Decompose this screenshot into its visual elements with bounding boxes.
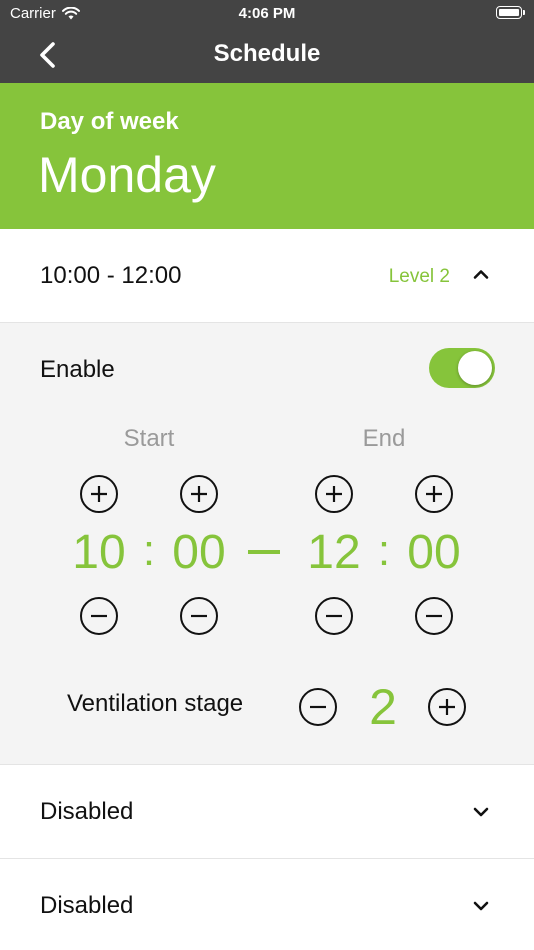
ventilation-decrement-button[interactable]	[299, 688, 337, 726]
chevron-up-icon[interactable]	[472, 268, 490, 280]
ventilation-increment-button[interactable]	[428, 688, 466, 726]
start-label: Start	[123, 425, 175, 452]
ventilation-stage-value: 2	[369, 679, 397, 735]
toggle-knob	[458, 351, 492, 385]
minus-icon	[426, 614, 442, 618]
schedule-row-1-level: Level 2	[388, 266, 450, 287]
plus-icon	[326, 486, 342, 502]
schedule-row-1-time: 10:00 - 12:00	[40, 262, 182, 289]
plus-icon	[426, 486, 442, 502]
status-time: 4:06 PM	[238, 5, 296, 22]
day-of-week-value[interactable]: Monday	[38, 146, 216, 204]
start-hour-value: 10	[72, 526, 126, 579]
minus-icon	[91, 614, 107, 618]
chevron-down-icon[interactable]	[472, 900, 490, 912]
minus-icon	[310, 705, 326, 709]
day-of-week-label: Day of week	[40, 108, 179, 135]
end-hour-decrement-button[interactable]	[315, 597, 353, 635]
chevron-down-icon[interactable]	[472, 806, 490, 818]
page-title: Schedule	[213, 40, 321, 67]
start-minute-decrement-button[interactable]	[180, 597, 218, 635]
plus-icon	[91, 486, 107, 502]
start-minute-value: 00	[172, 526, 226, 579]
plus-icon	[439, 699, 455, 715]
end-hour-value: 12	[307, 526, 361, 579]
battery-icon	[496, 6, 525, 19]
time-range-dash	[248, 550, 280, 554]
end-minute-increment-button[interactable]	[415, 475, 453, 513]
schedule-row-2-label: Disabled	[40, 798, 134, 825]
end-minute-value: 00	[407, 526, 461, 579]
start-hour-decrement-button[interactable]	[80, 597, 118, 635]
end-minute-decrement-button[interactable]	[415, 597, 453, 635]
enable-toggle[interactable]	[429, 348, 495, 388]
ventilation-stage-label: Ventilation stage	[67, 690, 244, 717]
minus-icon	[191, 614, 207, 618]
minus-icon	[326, 614, 342, 618]
plus-icon	[191, 486, 207, 502]
end-label: End	[362, 425, 406, 452]
start-hour-increment-button[interactable]	[80, 475, 118, 513]
end-hour-increment-button[interactable]	[315, 475, 353, 513]
start-minute-increment-button[interactable]	[180, 475, 218, 513]
enable-label: Enable	[40, 356, 115, 383]
schedule-row-3-label: Disabled	[40, 892, 134, 919]
